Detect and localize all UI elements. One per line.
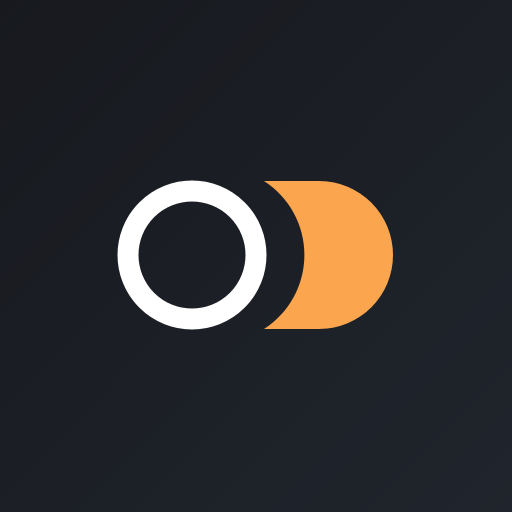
app-icon	[0, 0, 512, 512]
toggle-logo-icon	[0, 0, 512, 512]
